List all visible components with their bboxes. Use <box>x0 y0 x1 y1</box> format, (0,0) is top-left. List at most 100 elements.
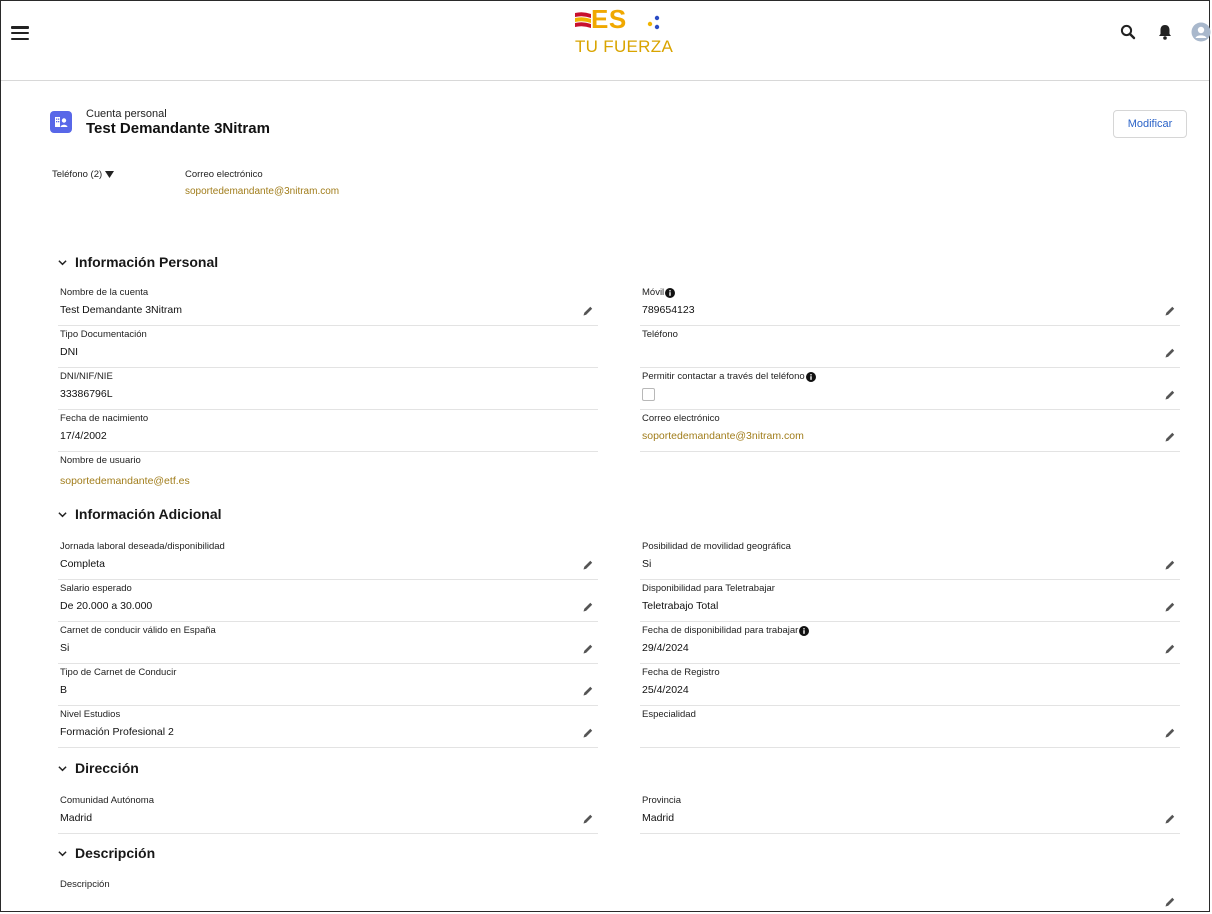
field-telefono: Teléfono <box>640 326 1180 368</box>
field-value: Si <box>60 642 70 654</box>
field-nivel-estudios: Nivel Estudios Formación Profesional 2 <box>58 706 598 748</box>
field-carnet-conducir: Carnet de conducir válido en España Si <box>58 622 598 664</box>
section-title: Descripción <box>75 845 156 861</box>
field-label: Teléfono <box>642 329 678 340</box>
pencil-icon[interactable] <box>1164 559 1176 571</box>
field-movilidad-geografica: Posibilidad de movilidad geográfica Si <box>640 538 1180 580</box>
field-tipo-documentacion: Tipo Documentación DNI <box>58 326 598 368</box>
pencil-icon[interactable] <box>1164 431 1176 443</box>
logo-text: ES <box>591 4 627 34</box>
pencil-icon[interactable] <box>582 305 594 317</box>
record-type-label: Cuenta personal <box>86 108 167 120</box>
highlight-email-label: Correo electrónico <box>185 169 263 180</box>
field-label: Fecha de Registro <box>642 667 720 678</box>
field-label: Posibilidad de movilidad geográfica <box>642 541 791 552</box>
field-value: De 20.000 a 30.000 <box>60 600 153 612</box>
field-value: Si <box>642 558 652 570</box>
section-title: Dirección <box>75 760 139 776</box>
pencil-icon[interactable] <box>582 813 594 825</box>
caret-down-icon <box>105 171 115 178</box>
section-title: Información Personal <box>75 254 219 270</box>
phone-dropdown-label: Teléfono (2) <box>52 169 103 180</box>
chevron-down-icon <box>58 850 67 856</box>
field-fecha-registro: Fecha de Registro 25/4/2024 <box>640 664 1180 706</box>
section-descripcion[interactable]: Descripción <box>58 845 155 861</box>
search-icon[interactable] <box>1119 23 1137 41</box>
pencil-icon[interactable] <box>582 559 594 571</box>
pencil-icon[interactable] <box>1164 389 1176 401</box>
pencil-icon[interactable] <box>1164 347 1176 359</box>
email-link[interactable]: soportedemandante@3nitram.com <box>642 430 804 442</box>
page-title: Test Demandante 3Nitram <box>86 120 270 137</box>
field-value: B <box>60 684 68 696</box>
field-value: DNI <box>60 346 79 358</box>
field-jornada-laboral: Jornada laboral deseada/disponibilidad C… <box>58 538 598 580</box>
field-tipo-carnet: Tipo de Carnet de Conducir B <box>58 664 598 706</box>
menu-icon[interactable] <box>11 26 29 41</box>
avatar[interactable] <box>1191 22 1211 42</box>
field-label: Especialidad <box>642 709 696 720</box>
pencil-icon[interactable] <box>1164 727 1176 739</box>
field-label: Comunidad Autónoma <box>60 795 155 806</box>
section-direccion[interactable]: Dirección <box>58 760 139 776</box>
bell-icon[interactable] <box>1156 23 1174 41</box>
field-nombre-cuenta: Nombre de la cuenta Test Demandante 3Nit… <box>58 284 598 326</box>
modify-button[interactable]: Modificar <box>1113 110 1187 138</box>
field-fecha-disponibilidad: Fecha de disponibilidad para trabajar 29… <box>640 622 1180 664</box>
field-label: Salario esperado <box>60 583 132 594</box>
field-label: Jornada laboral deseada/disponibilidad <box>60 541 225 552</box>
field-provincia: Provincia Madrid <box>640 792 1180 834</box>
field-label: Descripción <box>60 879 110 890</box>
brand-logo[interactable]: ES TU FUERZA <box>569 4 679 63</box>
field-label: Nombre de usuario <box>60 455 141 466</box>
flag-icon <box>575 12 591 28</box>
field-value: Teletrabajo Total <box>642 600 719 612</box>
info-icon[interactable] <box>799 625 810 636</box>
permitir-contactar-checkbox[interactable] <box>642 388 655 401</box>
pencil-icon[interactable] <box>582 601 594 613</box>
field-label: Disponibilidad para Teletrabajar <box>642 583 775 594</box>
field-value: Completa <box>60 558 105 570</box>
account-type-icon <box>50 111 72 133</box>
pencil-icon[interactable] <box>582 643 594 655</box>
field-value: Formación Profesional 2 <box>60 726 174 738</box>
phone-dropdown[interactable]: Teléfono (2) <box>52 169 115 180</box>
field-value: Madrid <box>60 812 93 824</box>
field-dni-nif-nie: DNI/NIF/NIE 33386796L <box>58 368 598 410</box>
logo-tagline: TU FUERZA <box>575 37 674 56</box>
field-label: Fecha de disponibilidad para trabajar <box>642 625 810 636</box>
app-header: ES TU FUERZA <box>1 1 1211 81</box>
field-especialidad: Especialidad <box>640 706 1180 748</box>
chevron-down-icon <box>58 765 67 771</box>
field-label-text: Móvil <box>642 287 665 298</box>
field-teletrabajo: Disponibilidad para Teletrabajar Teletra… <box>640 580 1180 622</box>
section-title: Información Adicional <box>75 506 222 522</box>
username-link[interactable]: soportedemandante@etf.es <box>60 475 190 487</box>
field-comunidad-autonoma: Comunidad Autónoma Madrid <box>58 792 598 834</box>
section-informacion-personal[interactable]: Información Personal <box>58 254 218 270</box>
field-value: 29/4/2024 <box>642 642 689 654</box>
field-value: Madrid <box>642 812 675 824</box>
pencil-icon[interactable] <box>1164 896 1176 908</box>
highlight-email-link[interactable]: soportedemandante@3nitram.com <box>185 186 339 197</box>
field-fecha-nacimiento: Fecha de nacimiento 17/4/2002 <box>58 410 598 452</box>
field-value: 17/4/2002 <box>60 430 107 442</box>
field-movil: Móvil 789654123 <box>640 284 1180 326</box>
pencil-icon[interactable] <box>1164 305 1176 317</box>
chevron-down-icon <box>58 259 67 265</box>
pencil-icon[interactable] <box>582 685 594 697</box>
info-icon[interactable] <box>805 371 816 382</box>
pencil-icon[interactable] <box>1164 643 1176 655</box>
field-label-text: Fecha de disponibilidad para trabajar <box>642 625 799 636</box>
field-label: Nombre de la cuenta <box>60 287 149 298</box>
pencil-icon[interactable] <box>1164 601 1176 613</box>
field-salario-esperado: Salario esperado De 20.000 a 30.000 <box>58 580 598 622</box>
info-icon[interactable] <box>665 287 676 298</box>
field-label: Móvil <box>642 287 676 298</box>
section-informacion-adicional[interactable]: Información Adicional <box>58 506 222 522</box>
pencil-icon[interactable] <box>1164 813 1176 825</box>
field-value: 33386796L <box>60 388 113 400</box>
field-label: Permitir contactar a través del teléfono <box>642 371 816 382</box>
pencil-icon[interactable] <box>582 727 594 739</box>
field-label: Nivel Estudios <box>60 709 121 720</box>
